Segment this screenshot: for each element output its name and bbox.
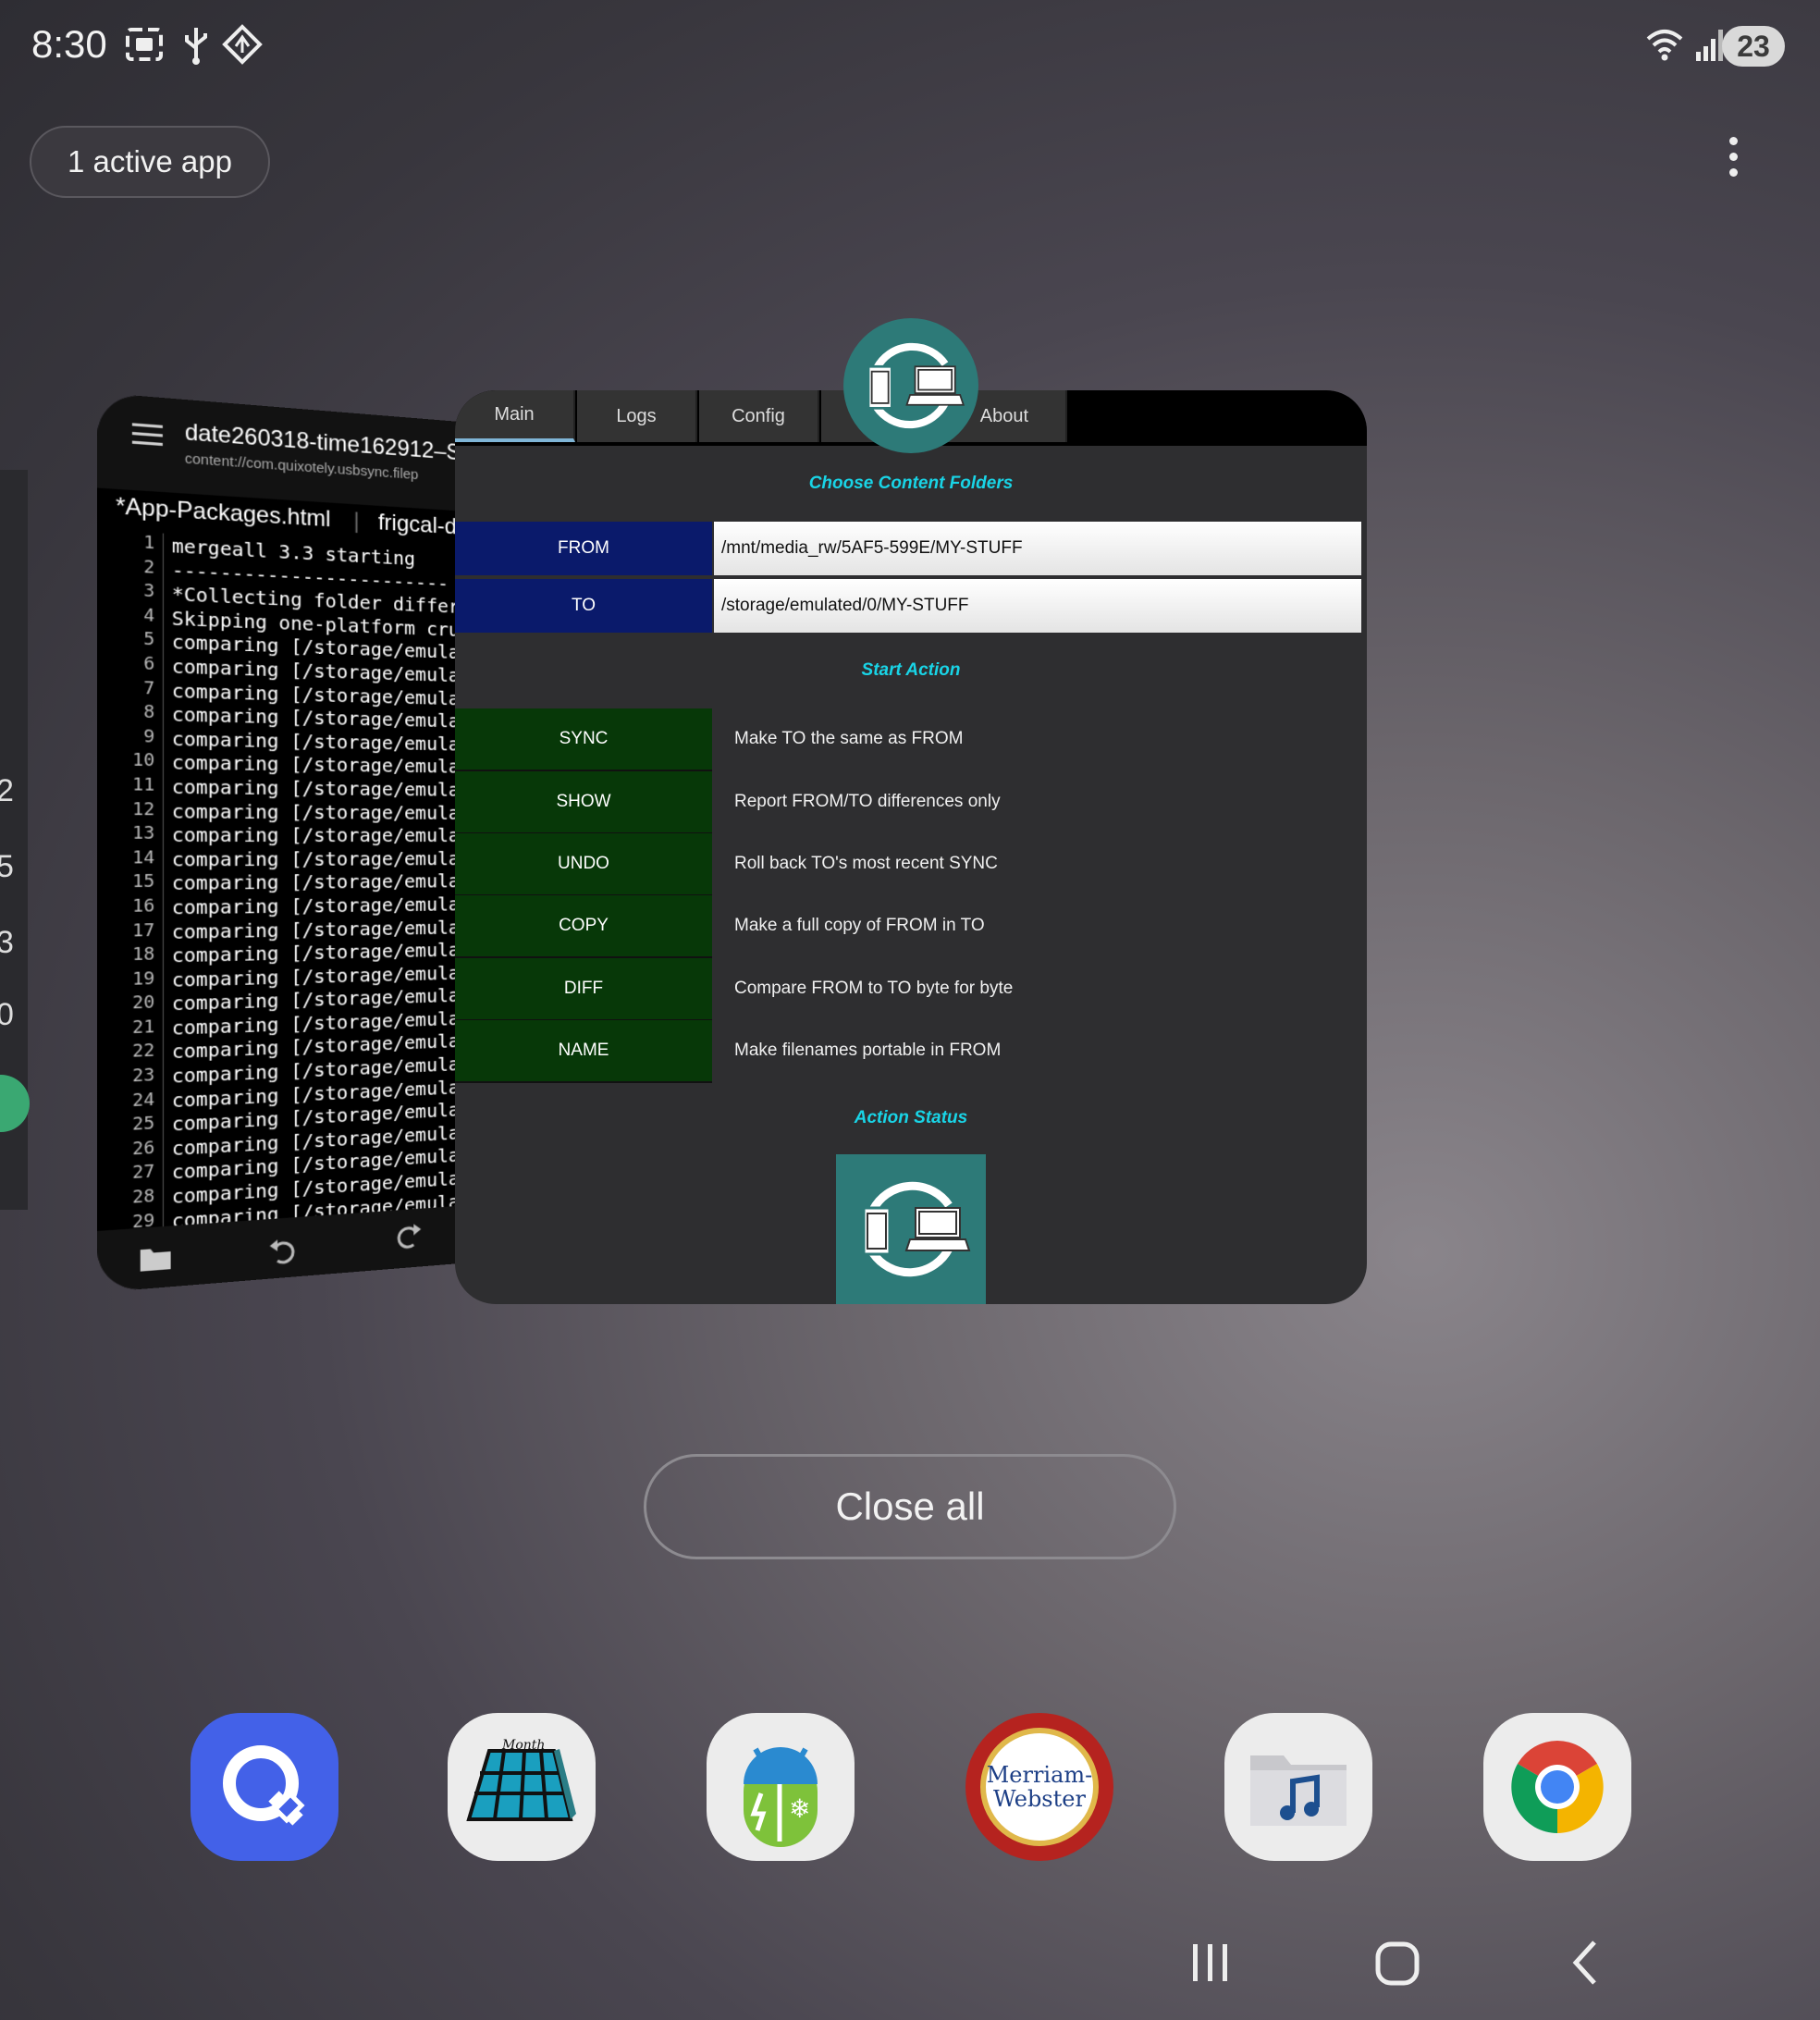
name-button[interactable]: NAME: [455, 1020, 712, 1083]
undo-icon[interactable]: [268, 1234, 301, 1265]
line-number: 15: [97, 871, 164, 896]
line-number: 5: [97, 627, 164, 655]
tab-main[interactable]: Main: [455, 390, 575, 442]
edge-digit: 5: [0, 849, 14, 884]
line-number: 24: [97, 1089, 164, 1116]
show-button[interactable]: SHOW: [455, 771, 712, 834]
line-number: 23: [97, 1064, 164, 1092]
usbsync-app-badge-icon[interactable]: [843, 318, 978, 453]
from-path-field[interactable]: /mnt/media_rw/5AF5-599E/MY-STUFF: [714, 522, 1361, 575]
choose-folders-title: Choose Content Folders: [808, 474, 1014, 493]
month-label: Month: [501, 1738, 545, 1753]
tab-logs[interactable]: Logs: [577, 390, 697, 442]
line-number: 11: [97, 773, 164, 799]
editor-line: 11 comparing [/storage/emula: [97, 773, 483, 802]
line-number: 22: [97, 1040, 164, 1067]
webster-label: Webster: [993, 1786, 1086, 1812]
line-text: comparing [/storage/emula: [171, 750, 460, 779]
editor-line: 14 comparing [/storage/emula: [97, 847, 483, 872]
usb-icon: [185, 28, 207, 65]
line-number: 9: [97, 724, 164, 751]
line-number: 17: [97, 919, 164, 945]
undo-button[interactable]: UNDO: [455, 833, 712, 896]
music-folder-icon[interactable]: [1224, 1713, 1372, 1861]
line-number: 7: [97, 676, 164, 703]
battery-badge: 23: [1722, 26, 1785, 67]
to-button[interactable]: TO: [455, 579, 712, 633]
sync-button[interactable]: SYNC: [455, 708, 712, 771]
from-button[interactable]: FROM: [455, 522, 712, 575]
home-icon[interactable]: [1372, 1935, 1424, 1990]
line-number: 21: [97, 1016, 164, 1043]
quickedit-icon[interactable]: [191, 1713, 338, 1861]
merriam-webster-icon[interactable]: Merriam- Webster: [965, 1713, 1113, 1861]
copy-button[interactable]: COPY: [455, 895, 712, 958]
tab-config[interactable]: Config: [699, 390, 819, 442]
line-text: comparing [/storage/emula: [171, 798, 460, 824]
location-icon: [222, 24, 263, 65]
line-number: 13: [97, 822, 164, 848]
line-number: 20: [97, 992, 164, 1019]
usbsync-logo-icon: [836, 1154, 986, 1304]
line-number: 14: [97, 847, 164, 872]
tab-about-label: About: [979, 405, 1028, 426]
recent-apps-icon[interactable]: [1187, 1935, 1234, 1990]
weatherbug-icon[interactable]: ❄: [707, 1713, 855, 1861]
svg-text:❄: ❄: [789, 1794, 810, 1823]
edge-digit: 2: [0, 773, 14, 808]
more-options-icon[interactable]: [1729, 137, 1740, 178]
action-status-title: Action Status: [854, 1108, 968, 1127]
to-path-field[interactable]: /storage/emulated/0/MY-STUFF: [714, 579, 1361, 633]
screenshot-icon: [126, 28, 163, 61]
line-number: 6: [97, 651, 164, 679]
editor-app-card[interactable]: date260318-time162912–S content://com.qu…: [97, 392, 484, 1293]
line-number: 18: [97, 943, 164, 970]
redo-icon[interactable]: [391, 1220, 423, 1250]
wifi-6-icon: [1646, 30, 1683, 61]
undo-description: Roll back TO's most recent SYNC: [734, 854, 998, 873]
line-text: comparing [/storage/emula: [171, 822, 460, 847]
tab-divider: |: [353, 508, 360, 535]
merriam-label: Merriam-: [986, 1762, 1093, 1788]
line-number: 19: [97, 967, 164, 994]
diff-button[interactable]: DIFF: [455, 958, 712, 1021]
folder-icon[interactable]: [139, 1241, 173, 1274]
diff-description: Compare FROM to TO byte for byte: [734, 979, 1014, 998]
status-time: 8:30: [31, 22, 107, 66]
sync-description: Make TO the same as FROM: [734, 729, 964, 748]
month-calendar-icon[interactable]: Month: [448, 1713, 596, 1861]
usbsync-app-card[interactable]: Main Logs Config About Choose Content Fo…: [455, 390, 1367, 1304]
line-number: 3: [97, 578, 164, 606]
line-number: 8: [97, 700, 164, 727]
edge-digit: 0: [0, 997, 14, 1032]
line-text: comparing [/storage/emula: [171, 846, 460, 871]
chrome-icon[interactable]: [1483, 1713, 1631, 1861]
editor-line: 12 comparing [/storage/emula: [97, 798, 483, 824]
copy-description: Make a full copy of FROM in TO: [734, 916, 985, 935]
active-apps-button[interactable]: 1 active app: [30, 126, 270, 198]
hamburger-menu-icon[interactable]: [131, 423, 163, 449]
line-number: 2: [97, 554, 164, 582]
name-description: Make filenames portable in FROM: [734, 1041, 1002, 1060]
editor-header: date260318-time162912–S content://com.qu…: [97, 392, 484, 512]
close-all-button[interactable]: Close all: [644, 1454, 1176, 1559]
edge-digit: 3: [0, 925, 14, 960]
line-number: 4: [97, 602, 164, 631]
line-number: 10: [97, 749, 164, 775]
show-description: Report FROM/TO differences only: [734, 792, 1001, 811]
line-text: comparing [/storage/emula: [171, 774, 460, 801]
editor-text-area[interactable]: 1 mergeall 3.3 starting 2 -----------------…: [97, 529, 483, 1238]
back-icon[interactable]: [1563, 1935, 1609, 1990]
line-number: 25: [97, 1113, 164, 1141]
start-action-title: Start Action: [861, 660, 961, 680]
editor-line: 13 comparing [/storage/emula: [97, 822, 483, 848]
line-number: 16: [97, 895, 164, 921]
line-number: 12: [97, 798, 164, 823]
line-number: 1: [97, 529, 164, 558]
line-text: comparing [/storage/emula: [171, 869, 460, 895]
